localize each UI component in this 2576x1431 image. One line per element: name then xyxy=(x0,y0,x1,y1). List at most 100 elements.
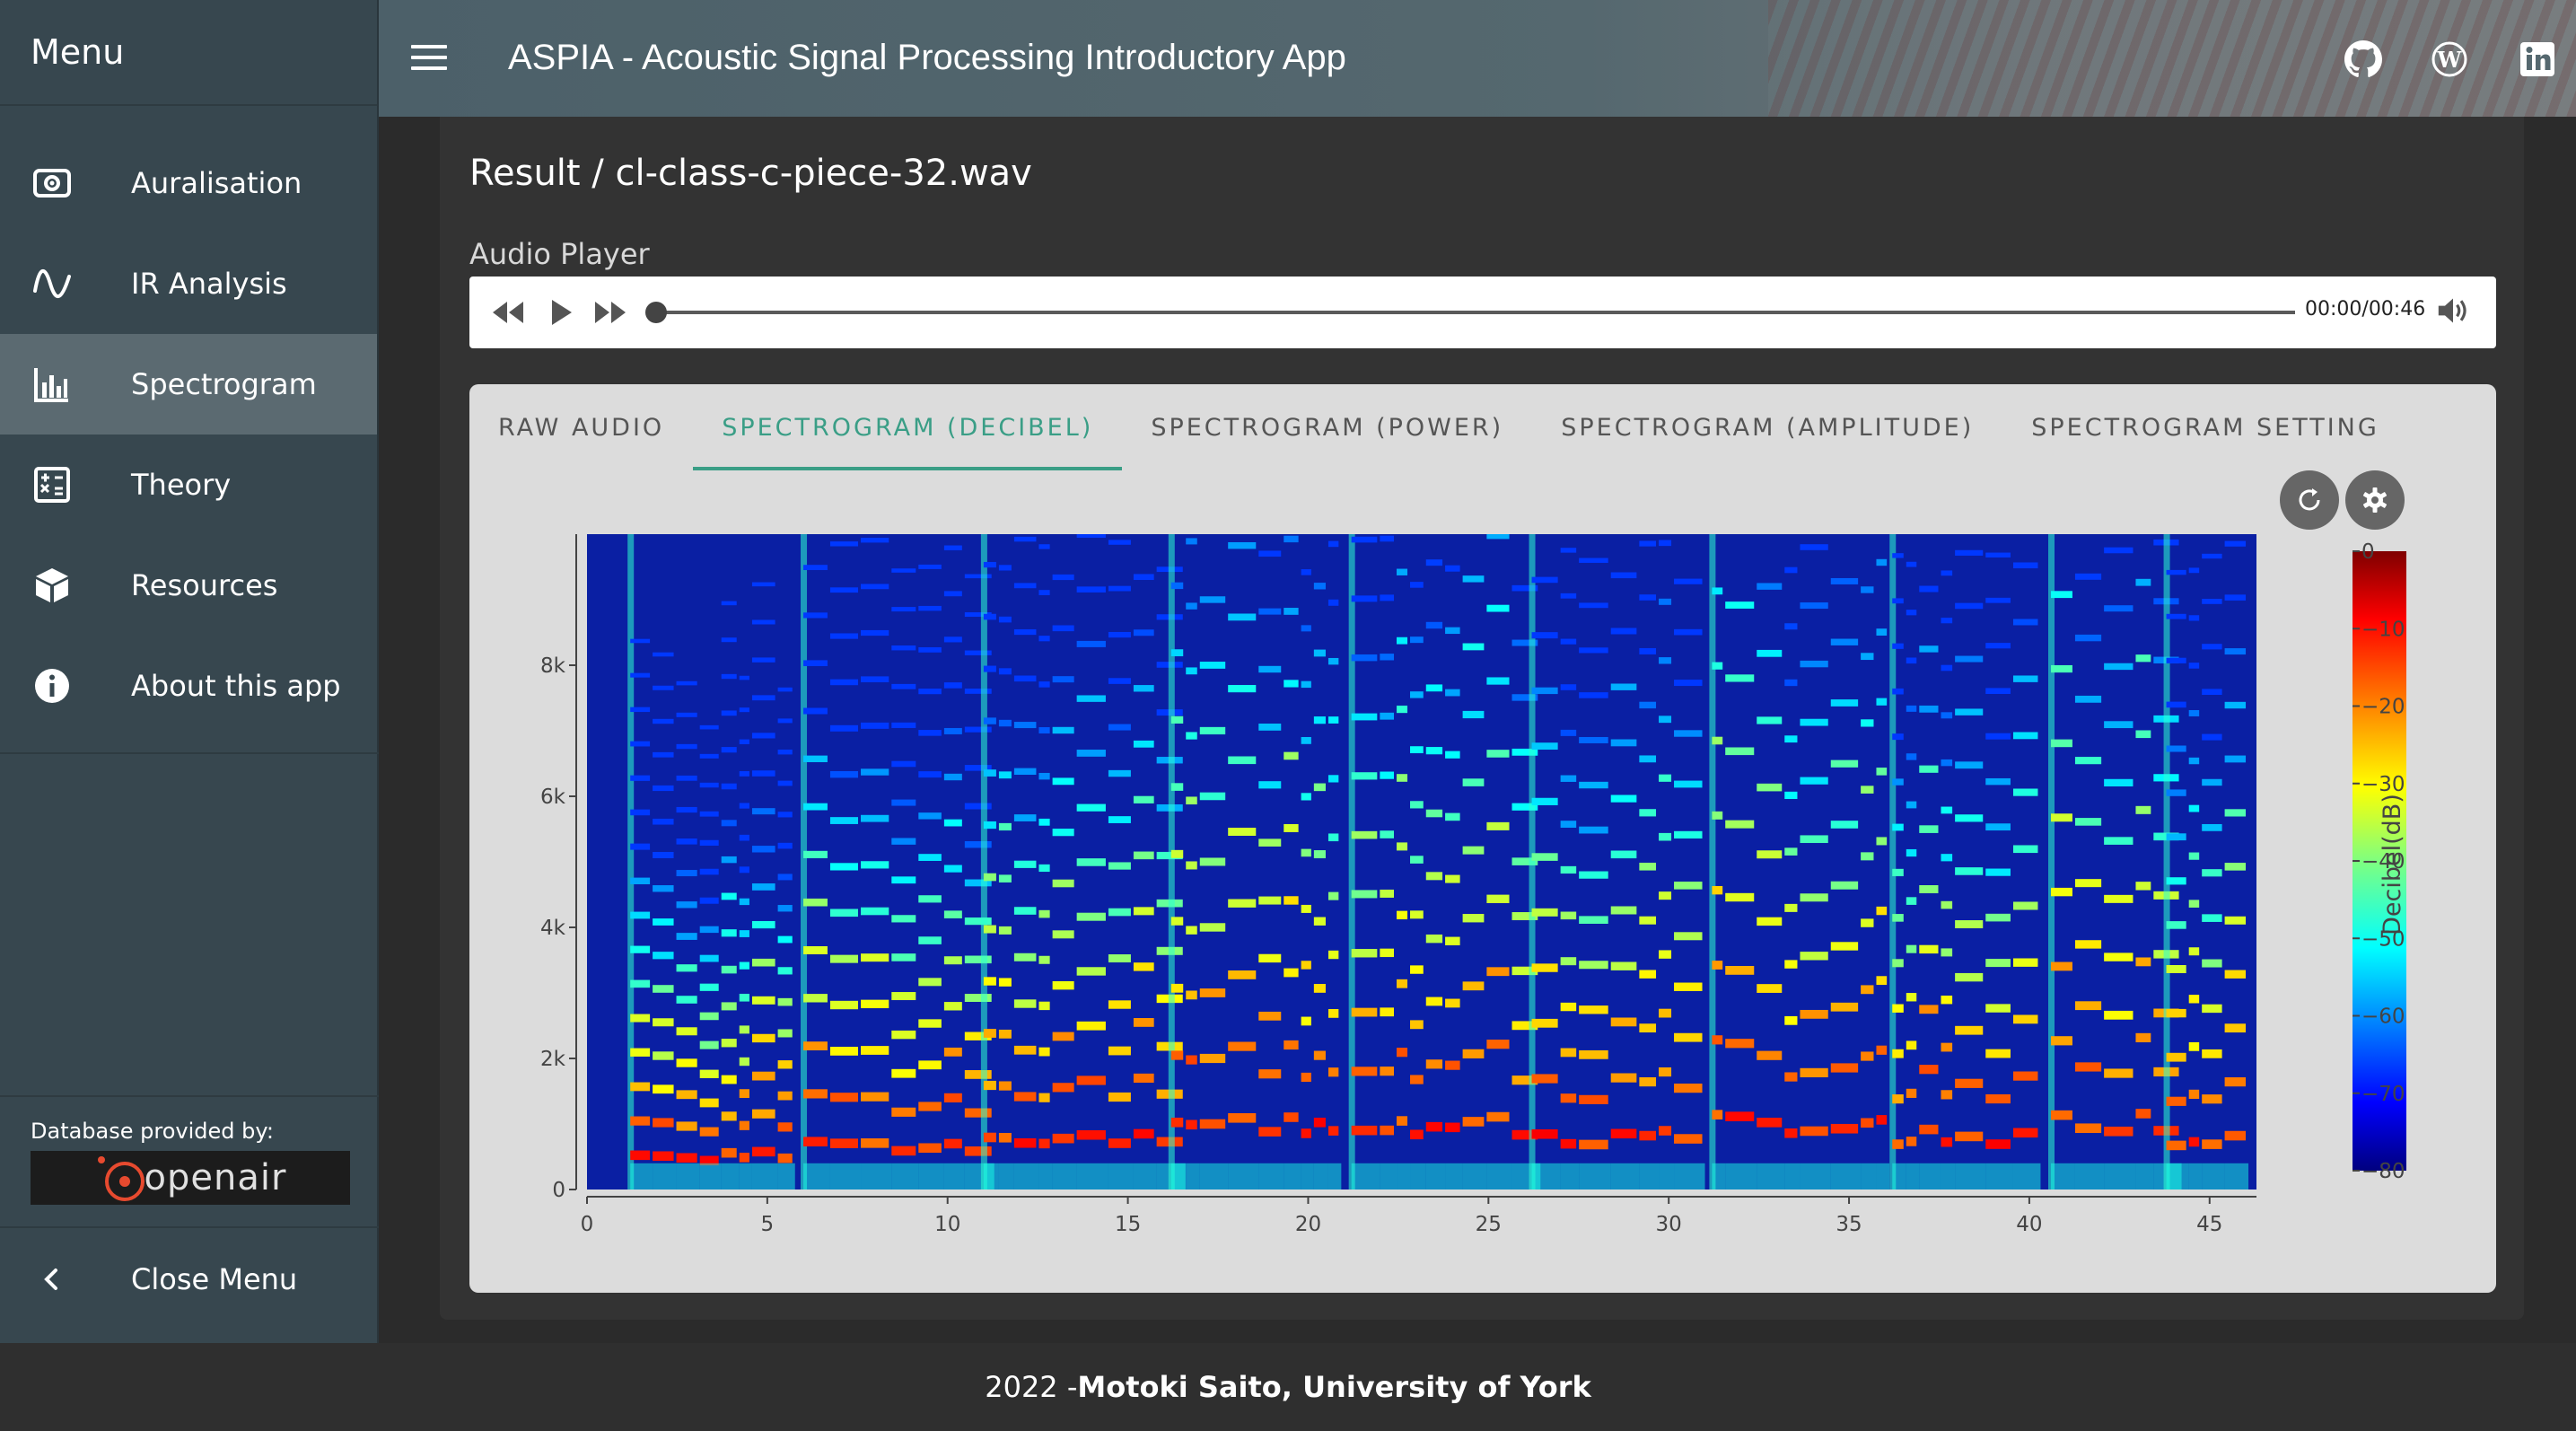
audio-progress-track[interactable] xyxy=(654,311,2295,314)
harmonic-band xyxy=(676,838,697,845)
harmonic-band xyxy=(1486,750,1510,758)
harmonic-band xyxy=(721,1147,737,1158)
x-tick-label: 20 xyxy=(1295,1213,1321,1236)
harmonic-band xyxy=(1906,897,1917,905)
openair-logo[interactable]: openair xyxy=(31,1151,350,1205)
info-icon xyxy=(32,666,72,706)
harmonic-band xyxy=(1892,959,1904,968)
harmonic-band xyxy=(1560,1048,1577,1058)
onset-mark xyxy=(1709,534,1716,1190)
harmonic-band xyxy=(1076,1129,1106,1140)
harmonic-band xyxy=(1445,936,1460,945)
low-energy-band xyxy=(1410,1163,1426,1190)
harmonic-band xyxy=(1639,970,1657,979)
harmonic-band xyxy=(1800,1126,1828,1137)
volume-icon[interactable] xyxy=(2433,294,2473,327)
harmonic-band xyxy=(1199,1119,1226,1129)
harmonic-band xyxy=(1327,891,1339,900)
harmonic-band xyxy=(751,883,775,891)
harmonic-band xyxy=(1301,736,1311,744)
harmonic-band xyxy=(2166,1140,2186,1151)
harmonic-band xyxy=(1013,1137,1037,1148)
harmonic-band xyxy=(739,803,749,809)
harmonic-band xyxy=(1892,1004,1904,1013)
hamburger-menu-icon[interactable] xyxy=(411,45,447,72)
harmonic-band xyxy=(676,933,697,940)
harmonic-band xyxy=(1906,561,1917,567)
harmonic-band xyxy=(983,1132,996,1143)
rewind-button[interactable] xyxy=(491,296,527,329)
harmonic-band xyxy=(1380,1067,1395,1076)
low-energy-band xyxy=(1531,1163,1561,1190)
y-tick-label: 6k xyxy=(540,786,566,809)
fast-forward-button[interactable] xyxy=(591,296,627,329)
low-energy-band xyxy=(721,1163,740,1190)
harmonic-band xyxy=(1784,903,1798,912)
onset-mark xyxy=(2048,534,2055,1190)
sidebar-item-ir-analysis[interactable]: IR Analysis xyxy=(0,233,377,334)
harmonic-band xyxy=(1712,811,1723,820)
harmonic-band xyxy=(1639,1023,1657,1033)
harmonic-band xyxy=(1830,881,1859,890)
audio-progress-knob[interactable] xyxy=(645,302,667,323)
sidebar-item-spectrogram[interactable]: Spectrogram xyxy=(0,334,377,435)
harmonic-band xyxy=(777,874,793,881)
harmonic-band xyxy=(2051,1110,2072,1120)
harmonic-band xyxy=(943,636,962,643)
harmonic-band xyxy=(1199,596,1226,603)
sidebar-item-theory[interactable]: Theory xyxy=(0,435,377,535)
harmonic-band xyxy=(1876,837,1888,846)
harmonic-band xyxy=(1133,851,1154,860)
harmonic-band xyxy=(1133,1128,1154,1139)
close-menu-button[interactable]: Close Menu xyxy=(0,1230,377,1329)
harmonic-band xyxy=(983,769,996,777)
harmonic-band xyxy=(1052,1133,1074,1144)
harmonic-band xyxy=(2104,894,2134,903)
harmonic-band xyxy=(1199,792,1226,801)
harmonic-band xyxy=(1038,818,1050,826)
harmonic-band xyxy=(1579,781,1608,789)
play-button[interactable] xyxy=(548,296,574,329)
harmonic-band xyxy=(1445,751,1460,759)
harmonic-band xyxy=(1108,585,1131,592)
harmonic-band xyxy=(2012,732,2038,740)
sidebar-item-about[interactable]: About this app xyxy=(0,636,377,736)
harmonic-band xyxy=(739,1025,749,1034)
sidebar-item-resources[interactable]: Resources xyxy=(0,535,377,636)
harmonic-band xyxy=(1052,930,1074,939)
harmonic-band xyxy=(2012,958,2038,967)
harmonic-band xyxy=(2188,852,2200,860)
harmonic-band xyxy=(1560,911,1577,920)
onset-mark xyxy=(627,534,635,1190)
sidebar-item-auralisation[interactable]: Auralisation xyxy=(0,133,377,233)
harmonic-band xyxy=(1830,821,1859,829)
wordpress-icon[interactable]: W xyxy=(2431,40,2468,78)
harmonic-band xyxy=(1186,538,1197,545)
harmonic-band xyxy=(1380,1125,1395,1136)
harmonic-band xyxy=(2104,953,2134,961)
harmonic-band xyxy=(1610,1073,1637,1083)
harmonic-band xyxy=(1531,632,1558,639)
harmonic-band xyxy=(721,1111,737,1121)
harmonic-band xyxy=(1425,747,1443,755)
harmonic-band xyxy=(1052,829,1074,837)
low-energy-band xyxy=(1712,1163,1726,1190)
harmonic-band xyxy=(751,770,775,777)
harmonic-band xyxy=(1659,832,1672,841)
harmonic-band xyxy=(803,994,828,1003)
harmonic-band xyxy=(2188,1089,2200,1099)
harmonic-band xyxy=(2188,947,2200,956)
github-icon[interactable] xyxy=(2344,40,2382,78)
harmonic-band xyxy=(739,1057,749,1067)
harmonic-band xyxy=(1397,910,1408,920)
low-energy-band xyxy=(1784,1163,1801,1190)
harmonic-band xyxy=(1462,1117,1485,1127)
harmonic-band xyxy=(1445,998,1460,1008)
linkedin-icon[interactable] xyxy=(2519,40,2556,78)
harmonic-band xyxy=(891,568,916,573)
harmonic-band xyxy=(1410,801,1424,809)
harmonic-band xyxy=(1052,625,1074,632)
harmonic-band xyxy=(1351,1125,1378,1136)
harmonic-band xyxy=(2224,1077,2247,1087)
harmonic-band xyxy=(1186,732,1197,740)
